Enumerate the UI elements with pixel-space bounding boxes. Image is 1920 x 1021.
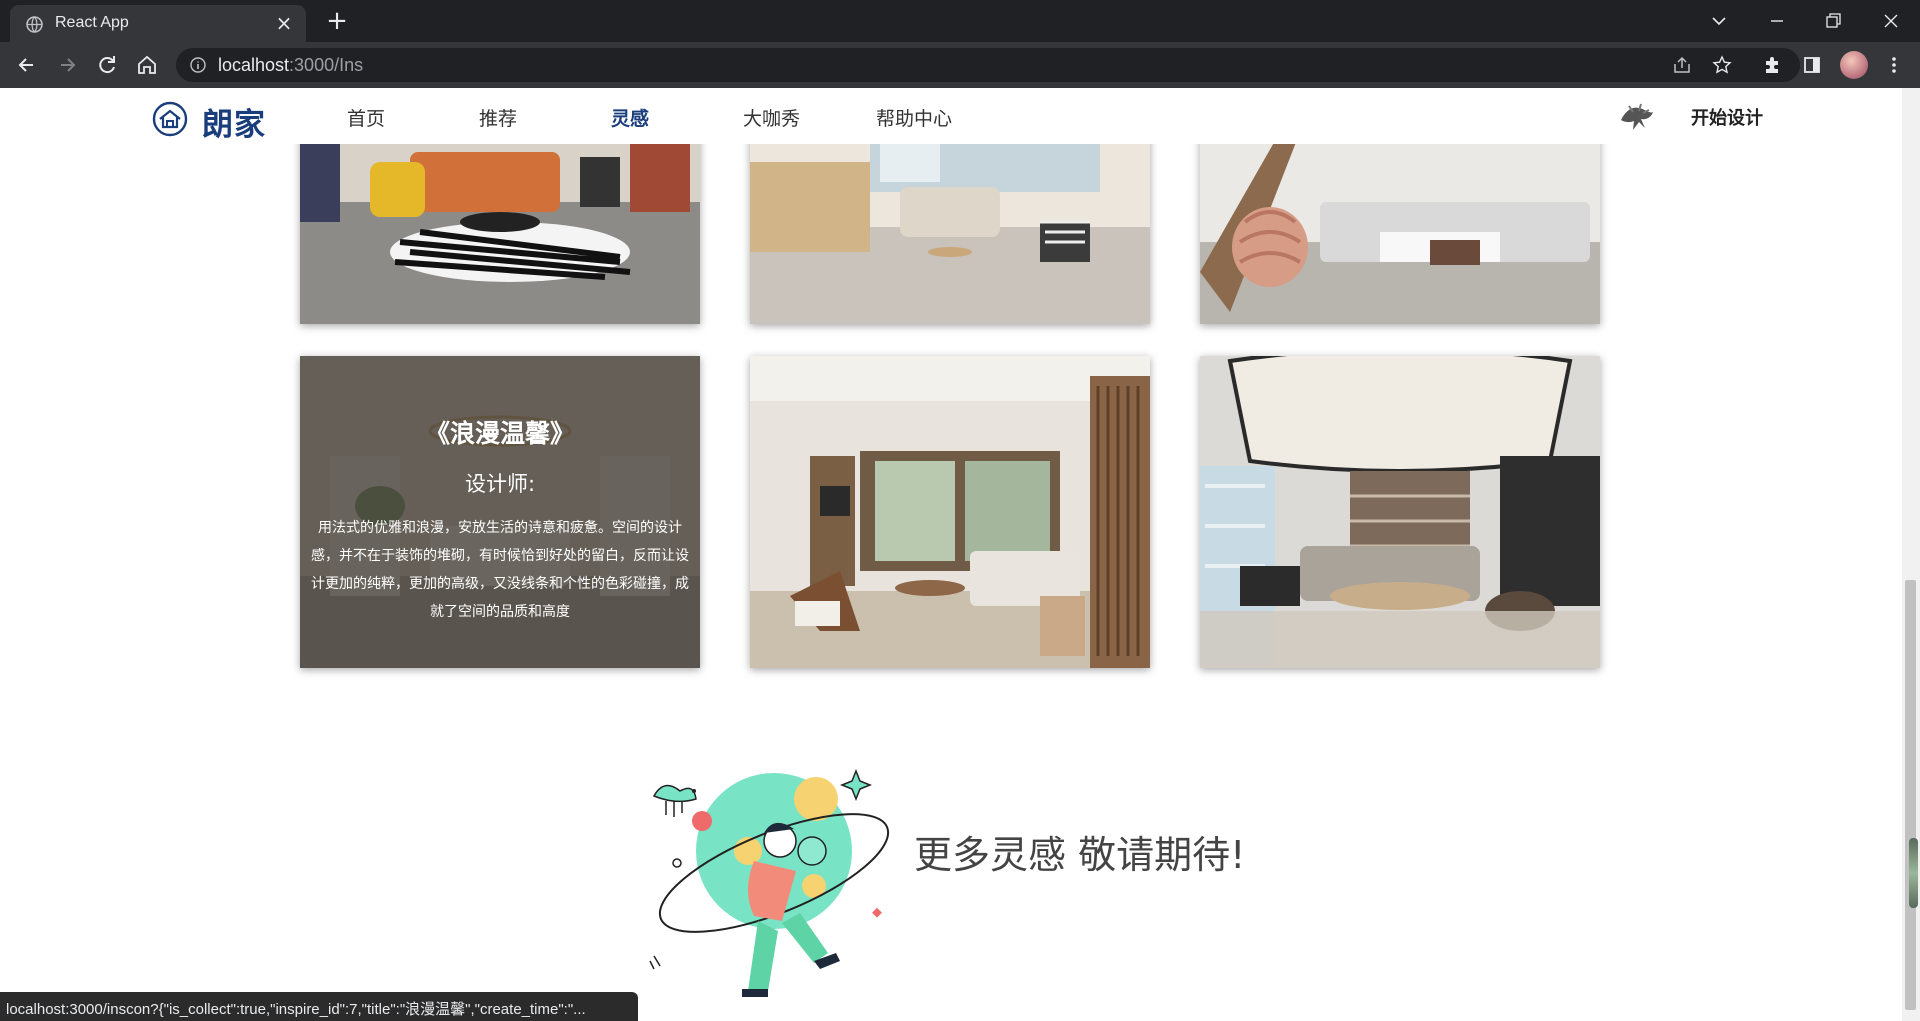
card-designer: 设计师: (464, 472, 536, 496)
info-icon[interactable] (190, 57, 206, 73)
browser-toolbar: localhost:3000/Ins (0, 42, 1920, 88)
house-logo-icon[interactable] (152, 101, 188, 137)
nav-recommend[interactable]: 推荐 (479, 104, 517, 131)
link-status-bubble: localhost:3000/inscon?{"is_collect":true… (0, 992, 638, 1021)
status-url: localhost:3000/inscon?{"is_collect":true… (6, 1001, 586, 1018)
share-icon[interactable] (1672, 55, 1692, 75)
user-avatar-icon[interactable] (1617, 100, 1657, 134)
restore-icon[interactable] (1820, 8, 1846, 34)
nav-help-center[interactable]: 帮助中心 (876, 104, 952, 131)
browser-titlebar: React App × + (0, 0, 1920, 42)
url-path: :3000/Ins (289, 55, 364, 75)
scrollbar-thumb[interactable] (1905, 580, 1916, 1010)
scroll-grip-widget[interactable] (1909, 838, 1918, 908)
new-tab-icon[interactable]: + (324, 8, 350, 34)
address-bar[interactable]: localhost:3000/Ins (176, 48, 1800, 82)
url-host: localhost (218, 55, 290, 75)
more-menu-icon[interactable] (1884, 55, 1904, 75)
more-coming-text: 更多灵感 敬请期待! (914, 833, 1246, 877)
nav-inspiration[interactable]: 灵感 (611, 104, 649, 131)
reload-icon[interactable] (93, 51, 121, 79)
tab-close-icon[interactable]: × (274, 13, 294, 33)
card-description: 用法式的优雅和浪漫，安放生活的诗意和疲惫。空间的设计感，并不在于装饰的堆砌，有时… (311, 520, 689, 620)
close-window-icon[interactable] (1878, 8, 1904, 34)
site-header: 朗家 首页 推荐 灵感 大咖秀 帮助中心 开始设计 (0, 88, 1902, 144)
nav-designer-show[interactable]: 大咖秀 (743, 104, 800, 131)
card-hover-overlay: 《浪漫温馨》 设计师: 用法式的优雅和浪漫，安放生活的诗意和疲惫。空间的设计感，… (300, 356, 700, 668)
inspiration-card-romantic-warm[interactable]: 《浪漫温馨》 设计师: 用法式的优雅和浪漫，安放生活的诗意和疲惫。空间的设计感，… (300, 356, 700, 668)
astronaut-planet-illustration (649, 768, 890, 997)
side-panel-icon[interactable] (1802, 55, 1822, 75)
inspiration-card-5[interactable] (750, 356, 1150, 668)
profile-avatar[interactable] (1840, 51, 1868, 79)
room-photo-5 (750, 356, 1150, 668)
home-icon[interactable] (133, 51, 161, 79)
logo-text[interactable]: 朗家 (202, 99, 266, 144)
inspiration-card-6[interactable] (1200, 356, 1600, 668)
nav-home[interactable]: 首页 (347, 104, 385, 131)
tab-search-chevron-icon[interactable] (1706, 8, 1732, 34)
minimize-icon[interactable] (1764, 8, 1790, 34)
bookmark-star-icon[interactable] (1712, 55, 1732, 75)
forward-icon[interactable] (53, 51, 81, 79)
room-photo-6 (1200, 356, 1600, 668)
start-design-button[interactable]: 开始设计 (1691, 104, 1763, 130)
globe-icon (26, 16, 43, 33)
browser-tab[interactable]: React App × (10, 5, 306, 42)
card-title: 《浪漫温馨》 (424, 419, 575, 448)
back-icon[interactable] (13, 51, 41, 79)
extensions-icon[interactable] (1762, 55, 1782, 75)
tab-title: React App (55, 14, 129, 31)
page-viewport: 朗家 首页 推荐 灵感 大咖秀 帮助中心 开始设计 《浪漫温馨》 设计师: 用法… (0, 88, 1902, 1021)
url-text[interactable]: localhost:3000/Ins (218, 55, 363, 76)
